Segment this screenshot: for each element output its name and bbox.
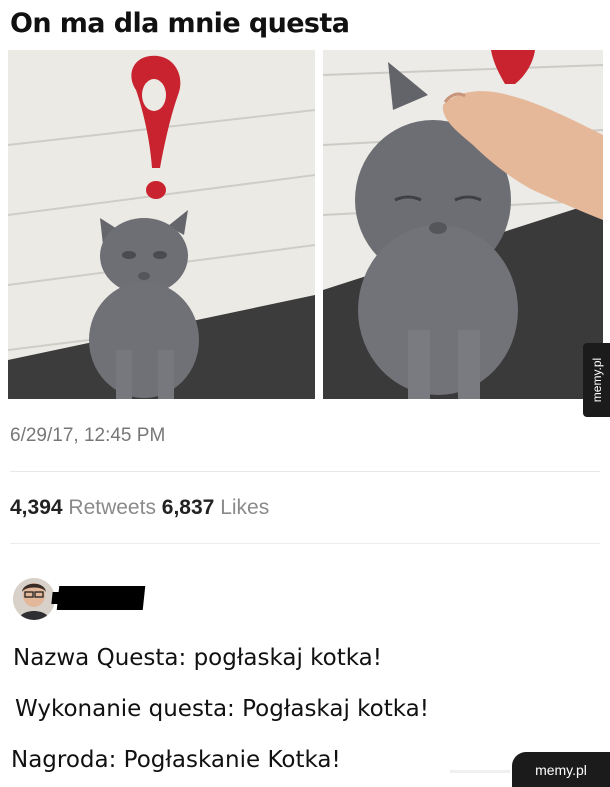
redacted-username <box>56 586 146 610</box>
tweet-timestamp: 6/29/17, 12:45 PM <box>10 425 166 446</box>
divider <box>10 471 600 472</box>
watermark-side: memy.pl <box>583 343 610 417</box>
quest-name-line: Nazwa Questa: pogłaskaj kotka! <box>13 645 382 671</box>
cat-photo-right <box>323 50 603 399</box>
quest-execution-line: Wykonanie questa: Pogłaskaj kotka! <box>15 696 429 722</box>
cat-icon <box>89 210 199 399</box>
retweets-label[interactable]: Retweets <box>68 496 156 519</box>
likes-label[interactable]: Likes <box>220 496 269 519</box>
meme-title: On ma dla mnie questa <box>10 8 350 39</box>
quest-reward-line: Nagroda: Pogłaskanie Kotka! <box>11 747 341 773</box>
retweets-count: 4,394 <box>10 496 63 519</box>
watermark-bottom: memy.pl <box>512 752 610 787</box>
divider <box>450 770 510 773</box>
tweet-stats: 4,394 Retweets 6,837 Likes <box>10 496 269 520</box>
cat-photo-left <box>8 50 315 399</box>
likes-count: 6,837 <box>161 496 215 519</box>
divider <box>10 543 600 544</box>
avatar[interactable] <box>13 578 55 620</box>
